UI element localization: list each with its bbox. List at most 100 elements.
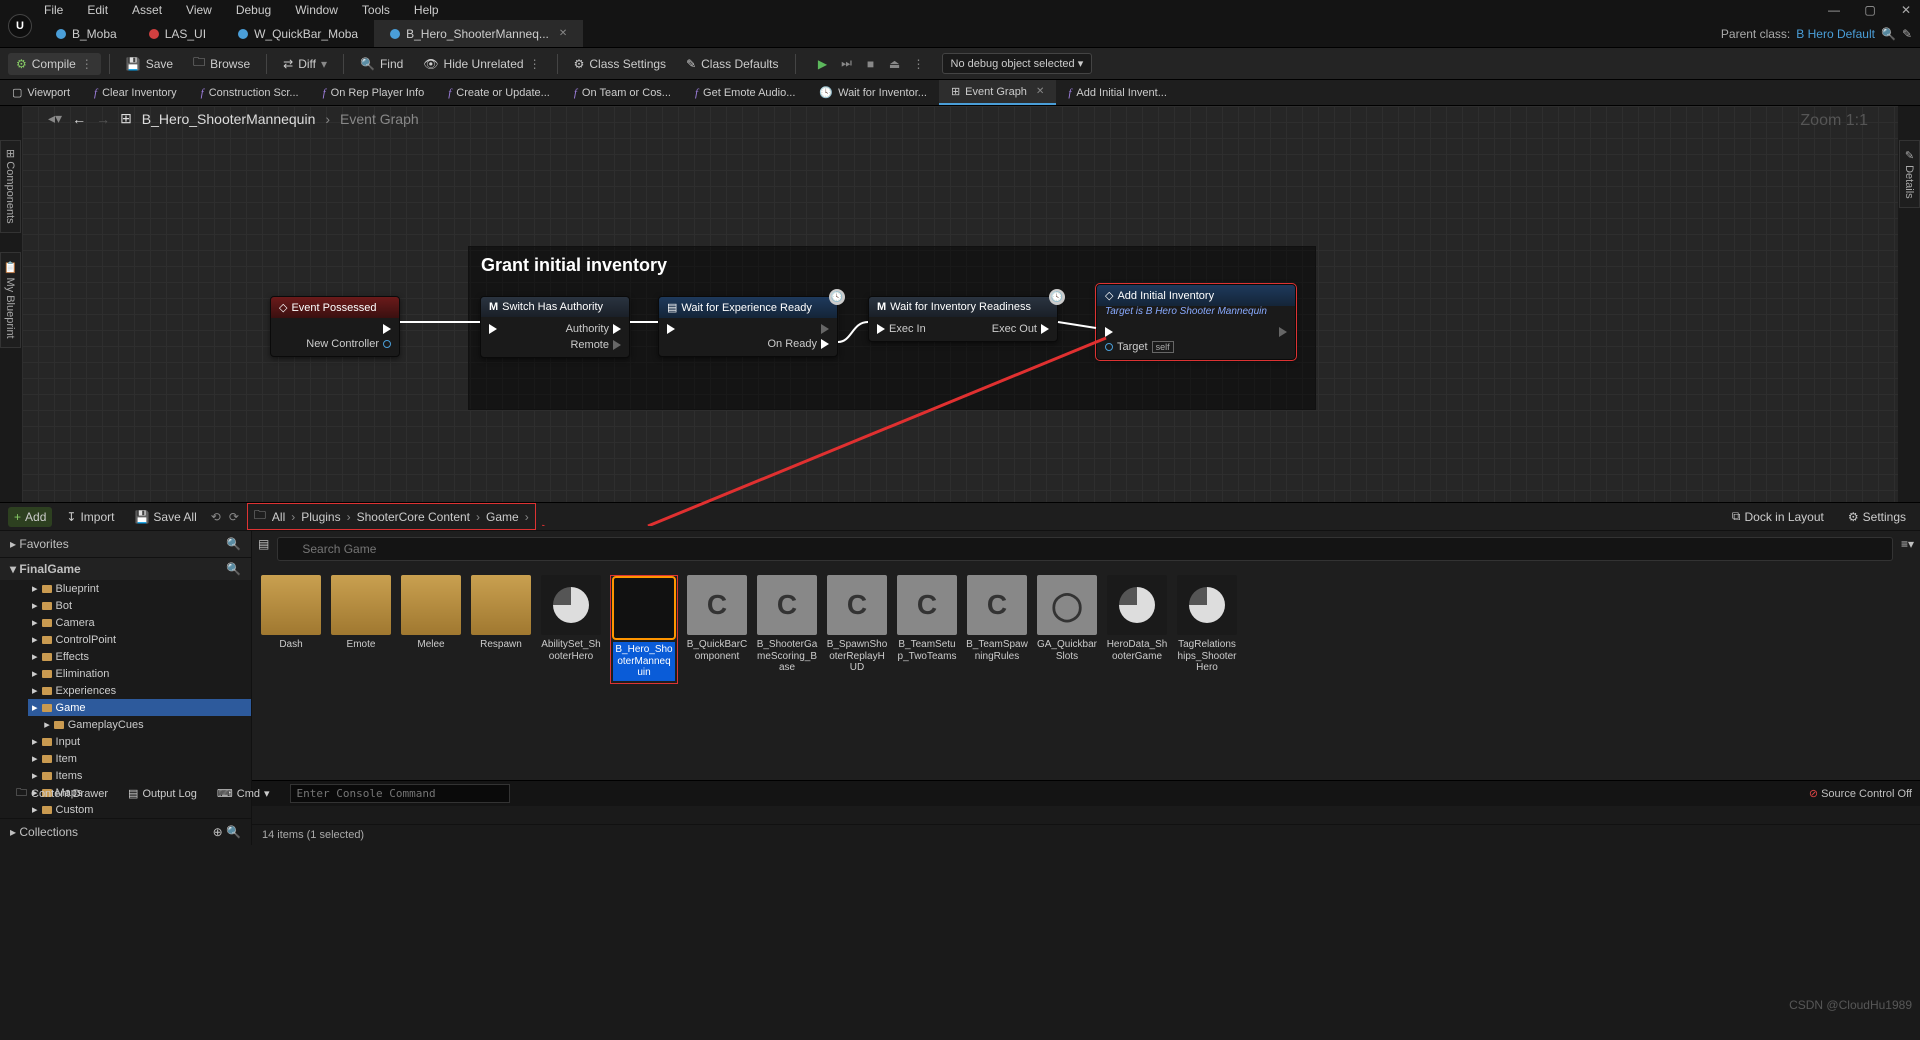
asset-item[interactable]: B_Hero_ShooterMannequin (613, 578, 675, 681)
fn-tab[interactable]: fCreate or Update... (436, 80, 562, 105)
menu-tools[interactable]: Tools (362, 3, 390, 17)
details-panel-tab[interactable]: ✎ Details (1899, 140, 1920, 208)
fn-tab[interactable]: 🕓Wait for Inventor... (807, 80, 939, 105)
fn-tab[interactable]: fGet Emote Audio... (683, 80, 807, 105)
tree-item[interactable]: ▸ Bot (28, 597, 251, 614)
filter-icon[interactable]: ▤ (258, 537, 269, 561)
eject-button[interactable]: ⏏ (884, 54, 906, 74)
compile-button[interactable]: ⚙Compile⋮ (8, 53, 101, 75)
tree-item[interactable]: ▸ ControlPoint (28, 631, 251, 648)
folder-asset[interactable]: Dash (260, 575, 322, 651)
nav-back-button[interactable]: ◂▾ (48, 110, 62, 127)
close-icon[interactable]: ✕ (559, 28, 567, 39)
fn-tab[interactable]: fClear Inventory (82, 80, 189, 105)
folder-asset[interactable]: Melee (400, 575, 462, 651)
tree-item[interactable]: ▸ Blueprint (28, 580, 251, 597)
path-breadcrumb[interactable]: 🗀All›Plugins›ShooterCore Content›Game› (247, 503, 536, 530)
class-defaults-button[interactable]: ✎Class Defaults (678, 53, 786, 75)
tree-item[interactable]: ▸ Input (28, 733, 251, 750)
asset-item[interactable]: ◯GA_QuickbarSlots (1036, 575, 1098, 662)
my-blueprint-panel-tab[interactable]: 📋 My Blueprint (0, 252, 21, 348)
minimize-button[interactable]: — (1824, 3, 1844, 17)
search-icon[interactable]: 🔍 (1881, 27, 1896, 41)
asset-item[interactable]: CB_TeamSpawningRules (966, 575, 1028, 662)
history-fwd-button[interactable]: ⟳ (229, 510, 239, 524)
cmd-dropdown[interactable]: ⌨Cmd ▾ (209, 785, 278, 802)
asset-item[interactable]: TagRelationships_ShooterHero (1176, 575, 1238, 674)
close-button[interactable]: ✕ (1896, 3, 1916, 17)
fn-tab[interactable]: fOn Team or Cos... (562, 80, 683, 105)
parent-class-link[interactable]: B Hero Default (1796, 27, 1875, 41)
path-segment[interactable]: Game (486, 510, 519, 524)
nav-fwd-arrow[interactable]: → (96, 111, 110, 127)
breadcrumb-asset[interactable]: B_Hero_ShooterMannequin (142, 111, 316, 127)
collections-section[interactable]: ▸ Collections⊕ 🔍 (0, 818, 251, 845)
play-options-button[interactable]: ⋮ (908, 54, 930, 74)
search-input[interactable] (277, 537, 1893, 561)
menu-file[interactable]: File (44, 3, 63, 17)
save-button[interactable]: 💾Save (118, 53, 181, 75)
play-button[interactable]: ▶ (812, 54, 834, 74)
class-settings-button[interactable]: ⚙Class Settings (566, 53, 674, 75)
asset-item[interactable]: CB_SpawnShooterReplayHUD (826, 575, 888, 674)
node-add-initial-inventory[interactable]: ◇Add Initial Inventory Target is B Hero … (1096, 284, 1296, 360)
menu-window[interactable]: Window (295, 3, 338, 17)
node-event-possessed[interactable]: ◇Event Possessed New Controller (270, 296, 400, 357)
output-log-button[interactable]: ▤Output Log (120, 785, 205, 802)
asset-item[interactable]: CB_TeamSetup_TwoTeams (896, 575, 958, 662)
path-segment[interactable]: All (272, 510, 285, 524)
fn-tab[interactable]: fAdd Initial Invent... (1056, 80, 1179, 105)
fn-tab[interactable]: fConstruction Scr... (189, 80, 311, 105)
fn-tab[interactable]: ▢Viewport (0, 80, 82, 105)
browse-button[interactable]: 🗀Browse (185, 49, 258, 78)
fn-tab[interactable]: fOn Rep Player Info (311, 80, 437, 105)
tree-item[interactable]: ▸ Elimination (28, 665, 251, 682)
menu-asset[interactable]: Asset (132, 3, 162, 17)
path-segment[interactable]: Plugins (301, 510, 340, 524)
tree-item[interactable]: ▸ Camera (28, 614, 251, 631)
fn-tab[interactable]: ⊞Event Graph✕ (939, 80, 1056, 105)
save-all-button[interactable]: 💾Save All (128, 507, 202, 527)
tree-item[interactable]: ▸ GameplayCues (28, 716, 251, 733)
import-button[interactable]: ↧Import (60, 507, 120, 527)
settings-button[interactable]: ⚙Settings (1842, 506, 1912, 527)
doc-tab[interactable]: B_Hero_ShooterManneq...✕ (374, 20, 583, 47)
step-button[interactable]: ⏭ (836, 54, 858, 74)
folder-asset[interactable]: Respawn (470, 575, 532, 651)
source-control-status[interactable]: ⊘ Source Control Off (1809, 787, 1912, 800)
node-switch-authority[interactable]: MSwitch Has Authority Authority Remote (480, 296, 630, 358)
find-button[interactable]: 🔍Find (352, 53, 411, 75)
asset-item[interactable]: HeroData_ShooterGame (1106, 575, 1168, 662)
favorites-section[interactable]: ▸ Favorites🔍 (0, 531, 251, 558)
node-wait-experience[interactable]: 🕓 ▤Wait for Experience Ready On Ready (658, 296, 838, 357)
debug-object-select[interactable]: No debug object selected ▾ (942, 53, 1093, 74)
edit-icon[interactable]: ✎ (1902, 27, 1912, 41)
menu-debug[interactable]: Debug (236, 3, 271, 17)
add-button[interactable]: +Add (8, 507, 52, 527)
tree-item[interactable]: ▸ Item (28, 750, 251, 767)
tree-item[interactable]: ▸ Game (28, 699, 251, 716)
diff-button[interactable]: ⇄Diff▾ (275, 53, 335, 75)
folder-asset[interactable]: Emote (330, 575, 392, 651)
tree-item[interactable]: ▸ Effects (28, 648, 251, 665)
hide-unrelated-button[interactable]: 👁Hide Unrelated⋮ (415, 53, 548, 75)
dock-in-layout-button[interactable]: ⧉Dock in Layout (1726, 506, 1830, 527)
menu-edit[interactable]: Edit (87, 3, 108, 17)
doc-tab[interactable]: LAS_UI (133, 20, 222, 47)
breadcrumb-graph[interactable]: Event Graph (340, 111, 419, 127)
tree-item[interactable]: ▸ Experiences (28, 682, 251, 699)
menu-view[interactable]: View (186, 3, 212, 17)
path-segment[interactable]: ShooterCore Content (357, 510, 470, 524)
asset-item[interactable]: AbilitySet_ShooterHero (540, 575, 602, 662)
view-options-icon[interactable]: ≡▾ (1901, 537, 1914, 561)
tree-root[interactable]: ▾ FinalGame🔍 (0, 558, 251, 580)
content-drawer-button[interactable]: 🗀Content Drawer (8, 782, 116, 805)
components-panel-tab[interactable]: ⊞ Components (0, 140, 21, 233)
doc-tab[interactable]: W_QuickBar_Moba (222, 20, 374, 47)
asset-item[interactable]: CB_QuickBarComponent (686, 575, 748, 662)
doc-tab[interactable]: B_Moba (40, 20, 133, 47)
history-back-button[interactable]: ⟲ (211, 510, 221, 524)
maximize-button[interactable]: ▢ (1860, 3, 1880, 17)
asset-item[interactable]: CB_ShooterGameScoring_Base (756, 575, 818, 674)
stop-button[interactable]: ■ (860, 54, 882, 74)
